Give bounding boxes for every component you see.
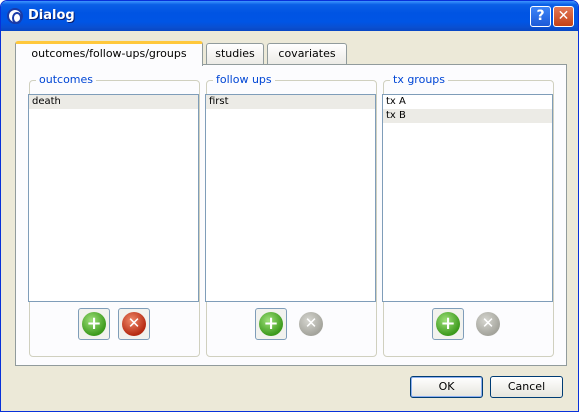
add-follow-up-button[interactable]: +: [255, 308, 287, 340]
remove-outcome-button[interactable]: ✕: [118, 308, 150, 340]
cancel-button[interactable]: Cancel: [490, 376, 563, 398]
tab-pane: outcomes death + ✕ follow ups first + ✕: [15, 64, 567, 366]
dialog-window: Dialog ? ✕ outcomes/follow-ups/groups st…: [0, 0, 579, 412]
remove-icon: ✕: [476, 312, 500, 336]
follow-ups-list[interactable]: first: [205, 94, 376, 302]
remove-icon: ✕: [299, 312, 323, 336]
tx-groups-group-title: tx groups: [390, 73, 448, 86]
tx-groups-list[interactable]: tx A tx B: [382, 94, 553, 302]
tab-covariates[interactable]: covariates: [267, 43, 347, 64]
title-bar[interactable]: Dialog ? ✕: [1, 1, 578, 31]
outcomes-group-title: outcomes: [36, 73, 97, 86]
outcomes-list[interactable]: death: [28, 94, 199, 302]
tab-studies[interactable]: studies: [206, 43, 264, 64]
add-icon: +: [82, 312, 106, 336]
add-outcome-button[interactable]: +: [78, 308, 110, 340]
follow-ups-group-title: follow ups: [213, 73, 275, 86]
list-item[interactable]: death: [29, 95, 198, 109]
follow-ups-group: follow ups first + ✕: [205, 73, 377, 357]
list-item[interactable]: tx B: [383, 109, 552, 123]
outcomes-group: outcomes death + ✕: [28, 73, 200, 357]
remove-tx-group-button[interactable]: ✕: [472, 308, 504, 340]
window-title: Dialog: [28, 8, 75, 23]
list-item[interactable]: first: [206, 95, 375, 109]
remove-icon: ✕: [122, 312, 146, 336]
tab-outcomes-follow-ups-groups[interactable]: outcomes/follow-ups/groups: [15, 41, 203, 66]
help-button[interactable]: ?: [530, 6, 551, 27]
ok-button[interactable]: OK: [410, 376, 483, 398]
tx-groups-group: tx groups tx A tx B + ✕: [382, 73, 554, 357]
add-icon: +: [436, 312, 460, 336]
close-button[interactable]: ✕: [553, 6, 574, 27]
add-tx-group-button[interactable]: +: [432, 308, 464, 340]
remove-follow-up-button[interactable]: ✕: [295, 308, 327, 340]
list-item[interactable]: tx A: [383, 95, 552, 109]
add-icon: +: [259, 312, 283, 336]
app-icon: [7, 8, 23, 24]
